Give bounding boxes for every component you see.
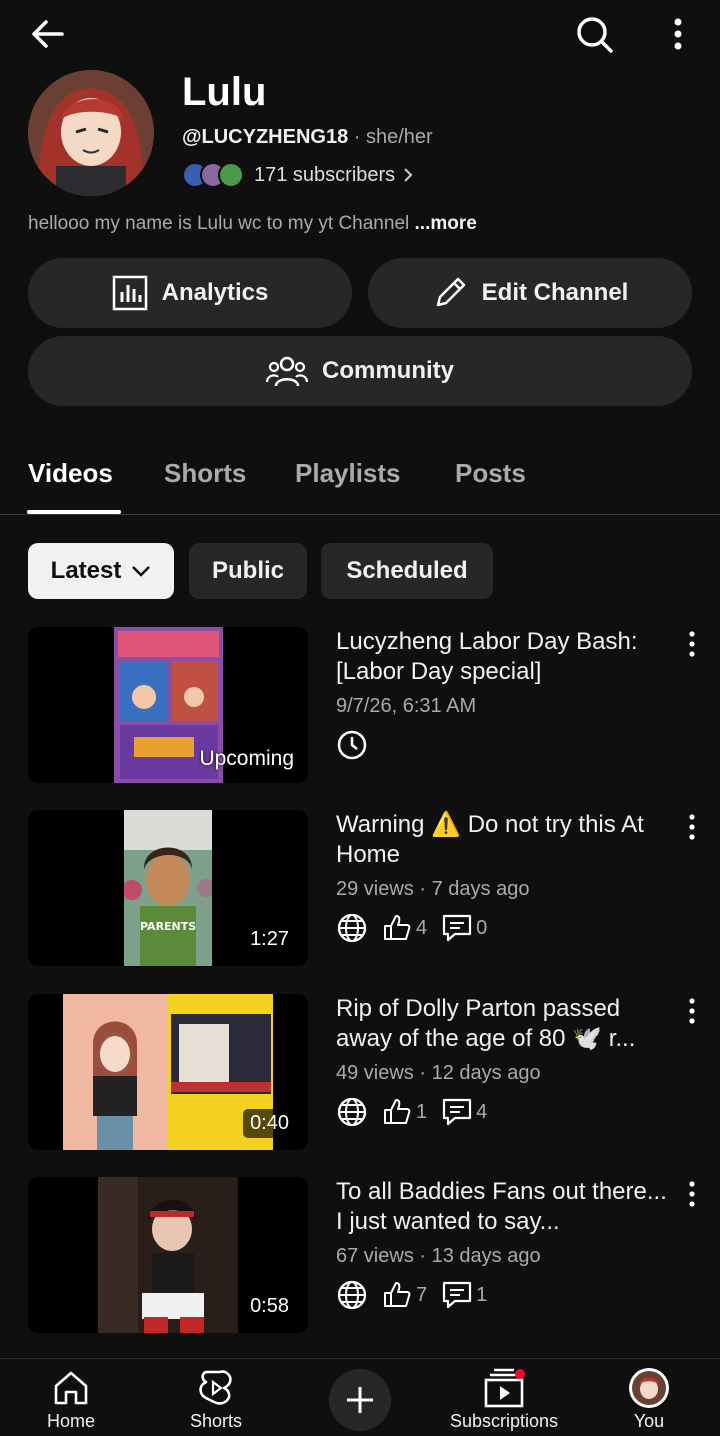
nav-subscriptions-label: Subscriptions xyxy=(449,1411,559,1431)
chevron-down-icon xyxy=(132,566,151,577)
filter-scheduled[interactable]: Scheduled xyxy=(321,543,493,599)
analytics-button[interactable]: Analytics xyxy=(28,258,352,328)
video-thumbnail[interactable]: 0:58 xyxy=(28,1177,308,1333)
search-icon[interactable] xyxy=(572,12,616,56)
shorts-icon xyxy=(196,1367,236,1409)
video-menu-icon[interactable] xyxy=(680,629,704,659)
chevron-right-icon xyxy=(404,168,413,182)
channel-header: Lulu @LUCYZHENG18 · she/her 171 subscrib… xyxy=(28,70,692,200)
globe-icon[interactable] xyxy=(336,1279,368,1311)
filter-public[interactable]: Public xyxy=(189,543,307,599)
comment-count: 0 xyxy=(476,916,488,939)
comment-count: 4 xyxy=(476,1100,488,1123)
comment-icon[interactable] xyxy=(441,1097,473,1127)
analytics-icon xyxy=(112,275,147,311)
tab-posts[interactable]: Posts xyxy=(455,458,526,489)
channel-avatar[interactable] xyxy=(28,70,154,196)
top-bar xyxy=(0,0,720,66)
video-item[interactable]: PARENTS 1:27 Warning ⚠️ Do not try this … xyxy=(0,810,720,970)
nav-subscriptions[interactable]: Subscriptions xyxy=(444,1359,564,1436)
video-actions: 7 1 xyxy=(336,1277,487,1313)
comment-count: 1 xyxy=(476,1283,488,1306)
nav-home-label: Home xyxy=(46,1411,95,1431)
community-icon xyxy=(266,356,308,387)
more-link[interactable]: ...more xyxy=(415,213,477,234)
filter-latest-label: Latest xyxy=(50,557,122,584)
edit-channel-label: Edit Channel xyxy=(481,279,629,306)
like-icon[interactable] xyxy=(382,913,412,943)
svg-text:PARENTS: PARENTS xyxy=(140,920,196,933)
nav-you-label: You xyxy=(633,1411,665,1431)
clock-icon xyxy=(337,730,367,760)
like-count: 4 xyxy=(416,916,428,939)
nav-shorts-label: Shorts xyxy=(189,1411,243,1431)
video-duration: 1:27 xyxy=(243,925,296,954)
like-count: 1 xyxy=(416,1100,428,1123)
video-item[interactable]: 0:58 To all Baddies Fans out there... I … xyxy=(0,1177,720,1337)
more-options-icon[interactable] xyxy=(660,12,696,56)
like-icon[interactable] xyxy=(382,1097,412,1127)
channel-description[interactable]: hellooo my name is Lulu wc to my yt Chan… xyxy=(28,213,477,235)
pencil-icon xyxy=(436,277,465,307)
plus-icon xyxy=(347,1387,373,1413)
tab-playlists[interactable]: Playlists xyxy=(295,458,401,489)
video-meta: 49 views · 12 days ago xyxy=(336,1062,541,1084)
video-title[interactable]: Warning ⚠️ Do not try this At Home xyxy=(336,810,676,872)
handle-row: @LUCYZHENG18 · she/her xyxy=(182,126,433,149)
video-title[interactable]: Rip of Dolly Parton passed away of the a… xyxy=(336,994,676,1056)
edit-channel-button[interactable]: Edit Channel xyxy=(368,258,692,328)
tab-videos[interactable]: Videos xyxy=(28,458,113,489)
filter-latest[interactable]: Latest xyxy=(28,543,174,599)
subscriptions-icon xyxy=(482,1367,526,1409)
video-actions xyxy=(336,727,368,763)
video-thumbnail[interactable]: Upcoming xyxy=(28,627,308,783)
active-tab-indicator xyxy=(27,510,121,514)
upcoming-badge: Upcoming xyxy=(199,747,294,770)
bottom-navigation: Home Shorts Subscriptions You xyxy=(0,1358,720,1436)
description-text: hellooo my name is Lulu wc to my yt Chan… xyxy=(28,213,410,234)
video-duration: 0:40 xyxy=(243,1109,296,1138)
like-icon[interactable] xyxy=(382,1280,412,1310)
channel-handle: @LUCYZHENG18 xyxy=(182,126,349,148)
video-title[interactable]: To all Baddies Fans out there... I just … xyxy=(336,1177,676,1239)
video-item[interactable]: Upcoming Lucyzheng Labor Day Bash: [Labo… xyxy=(0,627,720,787)
video-menu-icon[interactable] xyxy=(680,812,704,842)
analytics-label: Analytics xyxy=(161,279,269,306)
home-icon xyxy=(51,1367,91,1409)
video-duration: 0:58 xyxy=(243,1292,296,1321)
subscriber-count: 171 subscribers xyxy=(254,163,396,186)
video-menu-icon[interactable] xyxy=(680,996,704,1026)
subscribers-link[interactable]: 171 subscribers xyxy=(182,160,413,190)
video-meta: 9/7/26, 6:31 AM xyxy=(336,695,477,717)
globe-icon[interactable] xyxy=(336,1096,368,1128)
subscriber-avatar xyxy=(218,162,244,188)
tab-shorts[interactable]: Shorts xyxy=(164,458,246,489)
globe-icon[interactable] xyxy=(336,912,368,944)
channel-name: Lulu xyxy=(182,70,267,114)
nav-you[interactable]: You xyxy=(589,1359,709,1436)
nav-home[interactable]: Home xyxy=(11,1359,131,1436)
subscriber-avatars xyxy=(182,162,244,188)
nav-shorts[interactable]: Shorts xyxy=(156,1359,276,1436)
channel-pronouns: she/her xyxy=(366,126,433,148)
video-meta: 67 views · 13 days ago xyxy=(336,1245,541,1267)
handle-separator: · xyxy=(353,126,361,148)
video-item[interactable]: 0:40 Rip of Dolly Parton passed away of … xyxy=(0,994,720,1154)
back-arrow-icon[interactable] xyxy=(26,12,70,56)
community-button[interactable]: Community xyxy=(28,336,692,406)
comment-icon[interactable] xyxy=(441,913,473,943)
like-count: 7 xyxy=(416,1283,428,1306)
video-menu-icon[interactable] xyxy=(680,1179,704,1209)
video-actions: 4 0 xyxy=(336,910,487,946)
channel-tabs: Videos Shorts Playlists Posts xyxy=(0,440,720,515)
video-thumbnail[interactable]: PARENTS 1:27 xyxy=(28,810,308,966)
community-label: Community xyxy=(322,357,454,384)
video-meta: 29 views · 7 days ago xyxy=(336,878,530,900)
video-thumbnail[interactable]: 0:40 xyxy=(28,994,308,1150)
create-button[interactable] xyxy=(329,1369,391,1431)
video-title[interactable]: Lucyzheng Labor Day Bash: [Labor Day spe… xyxy=(336,627,676,689)
video-actions: 1 4 xyxy=(336,1094,487,1130)
you-avatar xyxy=(628,1367,670,1409)
comment-icon[interactable] xyxy=(441,1280,473,1310)
